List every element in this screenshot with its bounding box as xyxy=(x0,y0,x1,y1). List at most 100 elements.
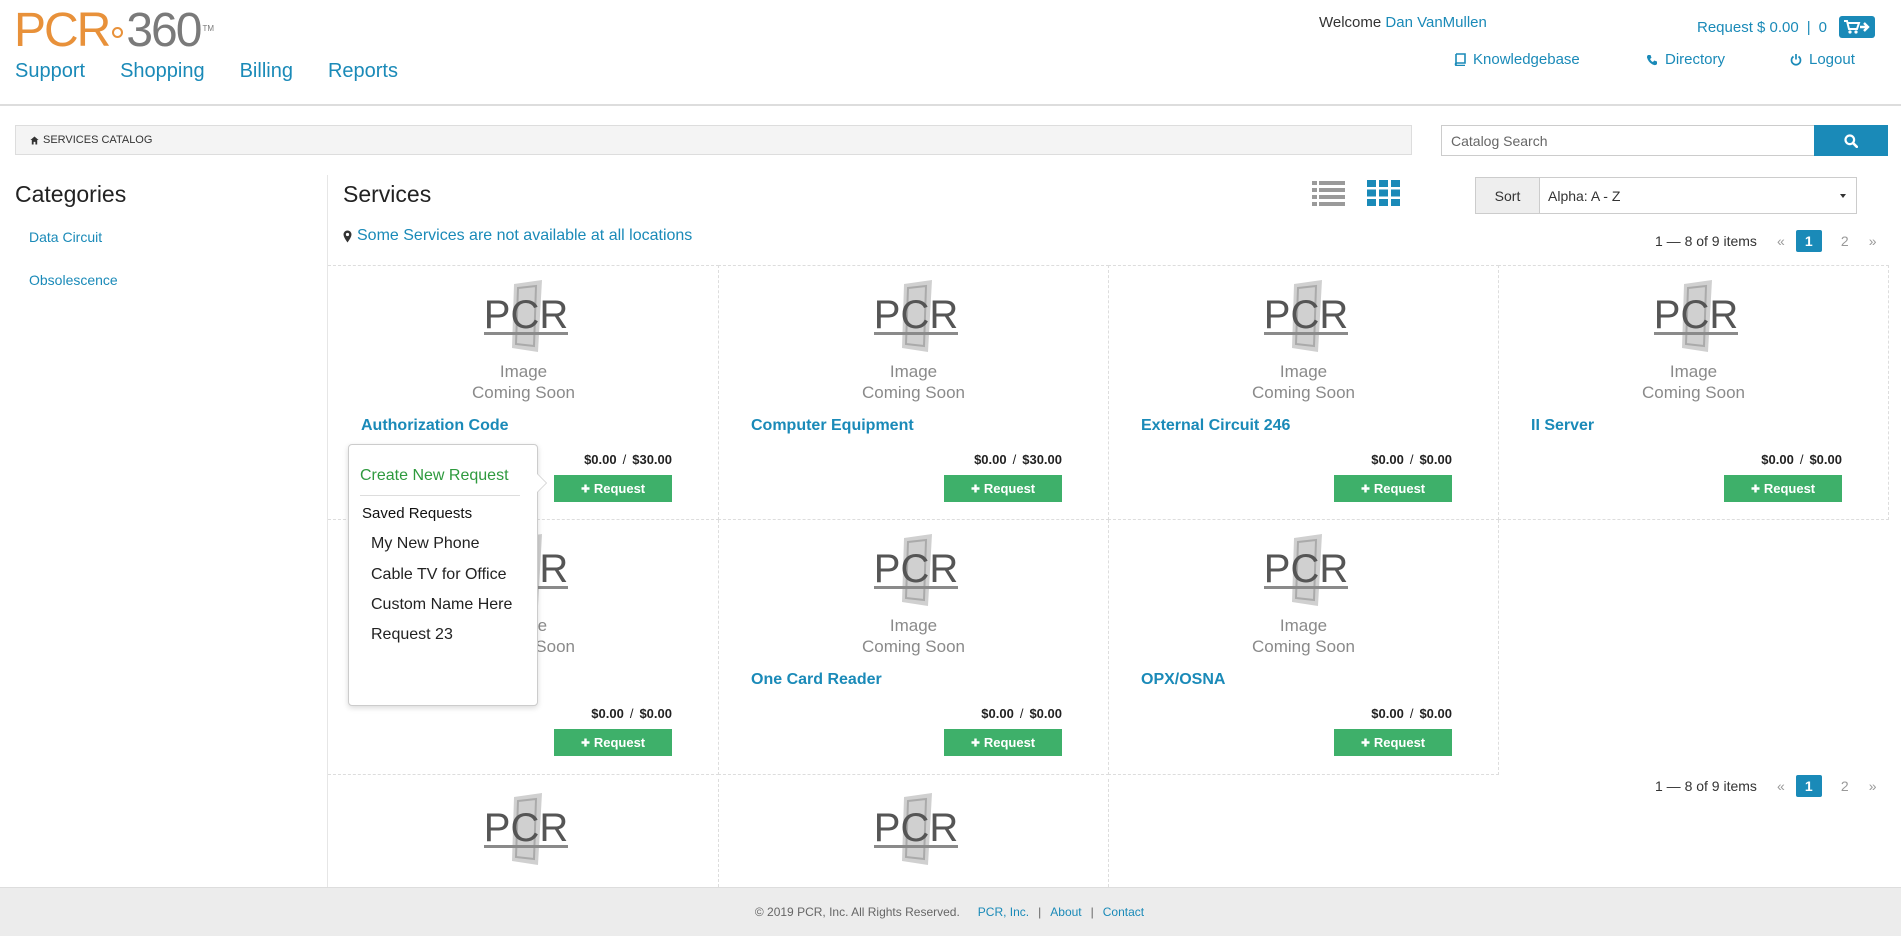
request-button[interactable]: Request xyxy=(1334,475,1452,502)
plus-icon xyxy=(971,738,980,747)
pcr-image-placeholder-icon: PCR xyxy=(1264,534,1348,606)
request-button-label: Request xyxy=(983,735,1036,750)
service-price: $0.00/$30.00 xyxy=(974,452,1062,467)
svg-text:PCR: PCR xyxy=(874,547,958,591)
service-name-link[interactable]: Authorization Code xyxy=(361,417,509,435)
directory-link[interactable]: Directory xyxy=(1646,51,1725,68)
logo-pcr: PCR xyxy=(14,4,111,57)
create-new-request-link[interactable]: Create New Request xyxy=(360,467,509,485)
saved-request-item[interactable]: Request 23 xyxy=(371,626,453,644)
image-text-line2: Coming Soon xyxy=(1641,383,1745,402)
footer-link-about[interactable]: About xyxy=(1050,905,1081,919)
cart-summary[interactable]: Request $ 0.00 | 0 xyxy=(1697,16,1875,38)
image-coming-soon: Image Coming Soon xyxy=(1108,615,1499,657)
pagination-page-1[interactable]: 1 xyxy=(1795,775,1822,797)
header: PCR 360 TM Support Shopping Billing Repo… xyxy=(0,0,1901,106)
categories-title: Categories xyxy=(15,181,127,207)
directory-label: Directory xyxy=(1665,51,1726,68)
knowledgebase-link[interactable]: Knowledgebase xyxy=(1454,51,1580,68)
nav-support[interactable]: Support xyxy=(15,60,85,83)
location-notice-text: Some Services are not available at all l… xyxy=(357,227,693,244)
list-view-icon[interactable] xyxy=(1312,180,1345,211)
image-text-line1: Image xyxy=(889,616,938,635)
cart-separator: | xyxy=(1806,18,1811,36)
location-notice[interactable]: Some Services are not available at all l… xyxy=(343,227,692,245)
service-name-link[interactable]: External Circuit 246 xyxy=(1141,417,1290,435)
user-name-link[interactable]: Dan VanMullen xyxy=(1385,14,1486,31)
request-button-label: Request xyxy=(983,481,1036,496)
pcr360-logo[interactable]: PCR 360 TM xyxy=(14,4,214,57)
pagination-next[interactable]: » xyxy=(1869,778,1877,794)
price-max: $0.00 xyxy=(1029,706,1062,721)
price-min: $0.00 xyxy=(1761,452,1794,467)
price-min: $0.00 xyxy=(1371,452,1404,467)
sort-select[interactable]: Alpha: A - Z xyxy=(1539,177,1857,214)
request-button-label: Request xyxy=(593,481,646,496)
chevron-down-icon xyxy=(1840,194,1846,198)
service-price: $0.00/$0.00 xyxy=(591,706,672,721)
price-min: $0.00 xyxy=(591,706,624,721)
footer-separator: | xyxy=(1038,905,1042,919)
main-nav: Support Shopping Billing Reports xyxy=(15,60,398,83)
price-max: $0.00 xyxy=(1419,706,1452,721)
pagination-top: 1 — 8 of 9 items « 1 2 » xyxy=(1655,230,1883,252)
logout-link[interactable]: Logout xyxy=(1790,51,1855,68)
catalog-search-input[interactable] xyxy=(1441,125,1814,156)
service-name-link[interactable]: OPX/OSNA xyxy=(1141,671,1225,689)
category-data-circuit[interactable]: Data Circuit xyxy=(29,229,102,245)
image-coming-soon: Image Coming Soon xyxy=(1108,361,1499,403)
image-text-line1: Image xyxy=(889,362,938,381)
pagination-prev[interactable]: « xyxy=(1777,778,1785,794)
cart-checkout-button[interactable] xyxy=(1839,16,1875,38)
home-icon[interactable] xyxy=(30,135,39,145)
nav-billing[interactable]: Billing xyxy=(240,60,293,83)
request-button[interactable]: Request xyxy=(944,475,1062,502)
service-price: $0.00/$30.00 xyxy=(584,452,672,467)
request-button[interactable]: Request xyxy=(1334,729,1452,756)
svg-text:PCR: PCR xyxy=(484,806,568,850)
pagination-next[interactable]: » xyxy=(1869,233,1877,249)
svg-text:PCR: PCR xyxy=(1264,293,1348,337)
pagination-page-2[interactable]: 2 xyxy=(1832,230,1858,252)
service-name-link[interactable]: II Server xyxy=(1531,417,1594,435)
request-button[interactable]: Request xyxy=(554,475,672,502)
request-button[interactable]: Request xyxy=(944,729,1062,756)
pagination-page-1[interactable]: 1 xyxy=(1795,230,1822,252)
catalog-search-button[interactable] xyxy=(1814,125,1888,156)
footer-separator: | xyxy=(1090,905,1094,919)
pcr-image-placeholder-icon: PCR xyxy=(1264,280,1348,352)
pagination-items-count: 1 — 8 of 9 items xyxy=(1655,233,1757,249)
grid-view-icon[interactable] xyxy=(1367,180,1400,211)
nav-reports[interactable]: Reports xyxy=(328,60,398,83)
pcr-image-placeholder-icon: PCR xyxy=(874,534,958,606)
footer-link-pcr[interactable]: PCR, Inc. xyxy=(978,905,1029,919)
image-text-line1: Image xyxy=(499,362,548,381)
service-name-link[interactable]: One Card Reader xyxy=(751,671,882,689)
price-min: $0.00 xyxy=(981,706,1014,721)
nav-shopping[interactable]: Shopping xyxy=(120,60,205,83)
footer-copyright: © 2019 PCR, Inc. All Rights Reserved. xyxy=(754,905,960,919)
price-min: $0.00 xyxy=(974,452,1007,467)
plus-icon xyxy=(1361,738,1370,747)
saved-request-item[interactable]: My New Phone xyxy=(371,535,480,553)
footer-link-contact[interactable]: Contact xyxy=(1103,905,1144,919)
service-price: $0.00/$0.00 xyxy=(1371,452,1452,467)
saved-request-item[interactable]: Custom Name Here xyxy=(371,596,512,614)
pagination-prev[interactable]: « xyxy=(1777,233,1785,249)
image-text-line2: Coming Soon xyxy=(1251,637,1355,656)
svg-text:PCR: PCR xyxy=(874,806,958,850)
service-name-link[interactable]: Computer Equipment xyxy=(751,417,914,435)
service-card: PCR Image Coming Soon One Card Reader $0.00/… xyxy=(718,520,1109,775)
request-button[interactable]: Request xyxy=(1724,475,1842,502)
category-obsolescence[interactable]: Obsolescence xyxy=(29,272,118,288)
image-coming-soon: Image Coming Soon xyxy=(718,361,1109,403)
saved-request-item[interactable]: Cable TV for Office xyxy=(371,566,506,584)
plus-icon xyxy=(971,484,980,493)
request-button[interactable]: Request xyxy=(554,729,672,756)
image-text-line1: Image xyxy=(1279,616,1328,635)
cart-arrow-icon xyxy=(1844,20,1870,34)
pagination-page-2[interactable]: 2 xyxy=(1832,775,1858,797)
search-icon xyxy=(1844,133,1858,148)
image-text-line2: Coming Soon xyxy=(861,383,965,402)
breadcrumb-services-catalog[interactable]: SERVICES CATALOG xyxy=(43,134,152,146)
